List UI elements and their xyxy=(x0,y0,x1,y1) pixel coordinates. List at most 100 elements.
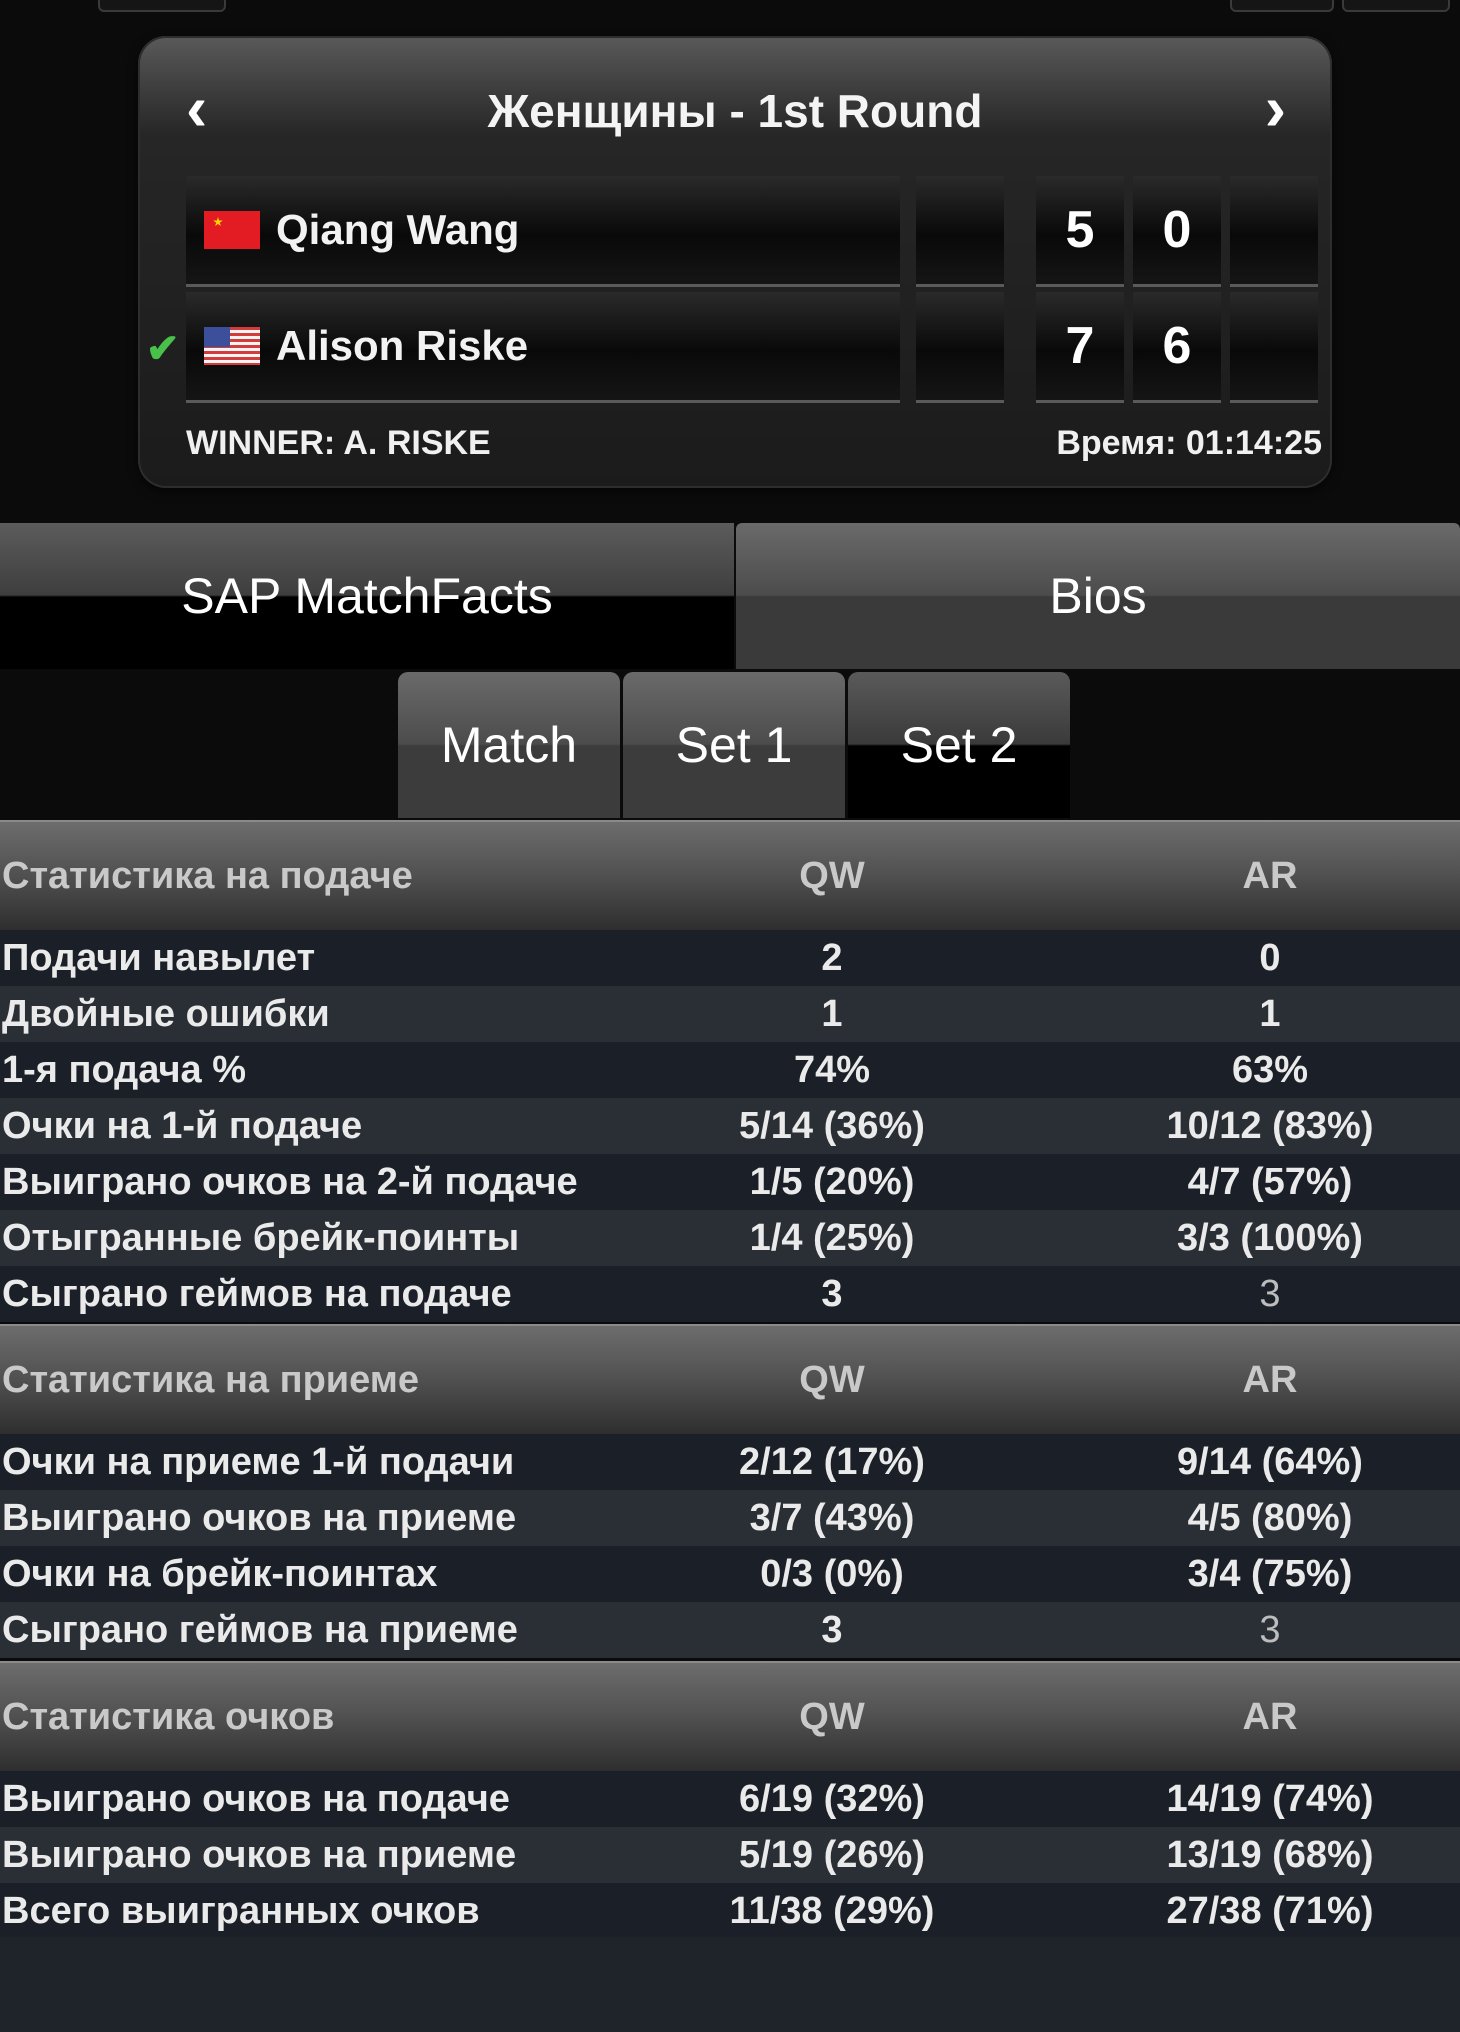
player-1-name-cell: Qiang Wang xyxy=(186,176,900,287)
row-label: 1-я подача % xyxy=(2,1048,247,1091)
section-header: Статистика очков QW AR xyxy=(0,1661,1460,1771)
table-row: Сыграно геймов на приеме 3 3 xyxy=(0,1602,1460,1658)
qw-value: 11/38 (29%) xyxy=(729,1889,935,1932)
row-label: Двойные ошибки xyxy=(2,992,330,1035)
top-right-control-1[interactable] xyxy=(1230,0,1334,12)
section-header: Статистика на приеме QW AR xyxy=(0,1324,1460,1434)
china-flag-icon xyxy=(204,211,260,249)
row-label: Выиграно очков на подаче xyxy=(2,1777,510,1820)
row-label: Сыграно геймов на приеме xyxy=(2,1608,518,1651)
table-row: Выиграно очков на 2-й подаче 1/5 (20%) 4/7… xyxy=(0,1154,1460,1210)
tab-sap-matchfacts[interactable]: SAP MatchFacts xyxy=(0,523,734,669)
qw-value: 3 xyxy=(821,1272,843,1315)
table-row: Выиграно очков на подаче 6/19 (32%) 14/19 … xyxy=(0,1771,1460,1827)
table-row: 1-я подача % 74% 63% xyxy=(0,1042,1460,1098)
table-row: Выиграно очков на приеме 3/7 (43%) 4/5 (80… xyxy=(0,1490,1460,1546)
top-right-control-2[interactable] xyxy=(1342,0,1450,12)
qw-value: 5/14 (36%) xyxy=(739,1104,925,1147)
table-row: Очки на 1-й подаче 5/14 (36%) 10/12 (83%) xyxy=(0,1098,1460,1154)
qw-value: 5/19 (26%) xyxy=(739,1833,925,1876)
column-ar: AR xyxy=(1242,1695,1298,1738)
qw-value: 1 xyxy=(821,992,843,1035)
qw-value: 2/12 (17%) xyxy=(739,1440,925,1483)
player-1-set-1: 5 xyxy=(1036,176,1124,287)
qw-value: 3/7 (43%) xyxy=(749,1496,915,1539)
ar-value: 0 xyxy=(1259,936,1281,979)
qw-value: 0/3 (0%) xyxy=(760,1552,904,1595)
table-row: Двойные ошибки 1 1 xyxy=(0,986,1460,1042)
player-2-name-cell: Alison Riske xyxy=(186,292,900,403)
row-label: Очки на брейк-поинтах xyxy=(2,1552,438,1595)
scorecard: ‹ Женщины - 1st Round › Qiang Wang 5 0 ✔… xyxy=(138,36,1332,488)
usa-flag-icon xyxy=(204,327,260,365)
ar-value: 1 xyxy=(1259,992,1281,1035)
table-row: Подачи навылет 2 0 xyxy=(0,930,1460,986)
match-time: Время: 01:14:25 xyxy=(1056,424,1322,462)
player-2-name: Alison Riske xyxy=(276,322,529,369)
tab-match[interactable]: Match xyxy=(398,672,620,818)
tab-bios[interactable]: Bios xyxy=(736,523,1460,669)
tab-set-2[interactable]: Set 2 xyxy=(848,672,1070,818)
table-row: Выиграно очков на приеме 5/19 (26%) 13/19 … xyxy=(0,1827,1460,1883)
serve-stats-section: Статистика на подаче QW AR Подачи навыле… xyxy=(0,820,1460,1322)
ar-value: 13/19 (68%) xyxy=(1166,1833,1374,1876)
tab-set-1[interactable]: Set 1 xyxy=(623,672,845,818)
bottom-background xyxy=(0,1937,1460,2032)
next-arrow-icon[interactable]: › xyxy=(1265,76,1286,140)
round-title: Женщины - 1st Round xyxy=(487,85,983,137)
column-qw: QW xyxy=(799,854,865,897)
row-label: Выиграно очков на приеме xyxy=(2,1496,517,1539)
qw-value: 1/4 (25%) xyxy=(749,1216,915,1259)
ar-value: 3/4 (75%) xyxy=(1187,1552,1353,1595)
player-2-set-2: 6 xyxy=(1133,292,1221,403)
ar-value: 9/14 (64%) xyxy=(1177,1440,1363,1483)
ar-value: 14/19 (74%) xyxy=(1166,1777,1374,1820)
table-row: Очки на брейк-поинтах 0/3 (0%) 3/4 (75%) xyxy=(0,1546,1460,1602)
ar-value: 27/38 (71%) xyxy=(1166,1889,1374,1932)
row-label: Очки на 1-й подаче xyxy=(2,1104,363,1147)
ar-value: 3 xyxy=(1259,1272,1281,1315)
section-title: Статистика очков xyxy=(2,1695,335,1738)
ar-value: 4/5 (80%) xyxy=(1187,1496,1353,1539)
points-stats-section: Статистика очков QW AR Выиграно очков на… xyxy=(0,1661,1460,1939)
player-2-set-3 xyxy=(1230,292,1318,403)
player-2-set-1: 7 xyxy=(1036,292,1124,403)
section-title: Статистика на приеме xyxy=(2,1358,420,1401)
winner-check-icon: ✔ xyxy=(146,327,180,371)
row-label: Сыграно геймов на подаче xyxy=(2,1272,512,1315)
winner-label: WINNER: A. RISKE xyxy=(186,424,491,462)
player-2-extra-cell xyxy=(916,292,1004,403)
ar-value: 4/7 (57%) xyxy=(1187,1160,1353,1203)
section-title: Статистика на подаче xyxy=(2,854,413,897)
ar-value: 10/12 (83%) xyxy=(1166,1104,1374,1147)
table-row: Всего выигранных очков 11/38 (29%) 27/38 (… xyxy=(0,1883,1460,1939)
column-ar: AR xyxy=(1242,854,1298,897)
ar-value: 3 xyxy=(1259,1608,1281,1651)
ar-value: 63% xyxy=(1231,1048,1309,1091)
row-label: Подачи навылет xyxy=(2,936,316,979)
qw-value: 6/19 (32%) xyxy=(739,1777,925,1820)
table-row: Сыграно геймов на подаче 3 3 xyxy=(0,1266,1460,1322)
qw-value: 2 xyxy=(821,936,843,979)
qw-value: 1/5 (20%) xyxy=(749,1160,915,1203)
row-label: Всего выигранных очков xyxy=(2,1889,480,1932)
column-qw: QW xyxy=(799,1358,865,1401)
column-ar: AR xyxy=(1242,1358,1298,1401)
table-row: Отыгранные брейк-поинты 1/4 (25%) 3/3 (100… xyxy=(0,1210,1460,1266)
player-1-set-2: 0 xyxy=(1133,176,1221,287)
table-row: Очки на приеме 1-й подачи 2/12 (17%) 9/14 … xyxy=(0,1434,1460,1490)
player-1-name: Qiang Wang xyxy=(276,206,520,253)
column-qw: QW xyxy=(799,1695,865,1738)
section-header: Статистика на подаче QW AR xyxy=(0,820,1460,930)
qw-value: 74% xyxy=(793,1048,871,1091)
player-1-set-3 xyxy=(1230,176,1318,287)
qw-value: 3 xyxy=(821,1608,843,1651)
return-stats-section: Статистика на приеме QW AR Очки на прием… xyxy=(0,1324,1460,1658)
row-label: Отыгранные брейк-поинты xyxy=(2,1216,520,1259)
row-label: Очки на приеме 1-й подачи xyxy=(2,1440,515,1483)
top-left-control[interactable] xyxy=(98,0,226,12)
player-1-extra-cell xyxy=(916,176,1004,287)
row-label: Выиграно очков на приеме xyxy=(2,1833,517,1876)
ar-value: 3/3 (100%) xyxy=(1177,1216,1363,1259)
row-label: Выиграно очков на 2-й подаче xyxy=(2,1160,578,1203)
